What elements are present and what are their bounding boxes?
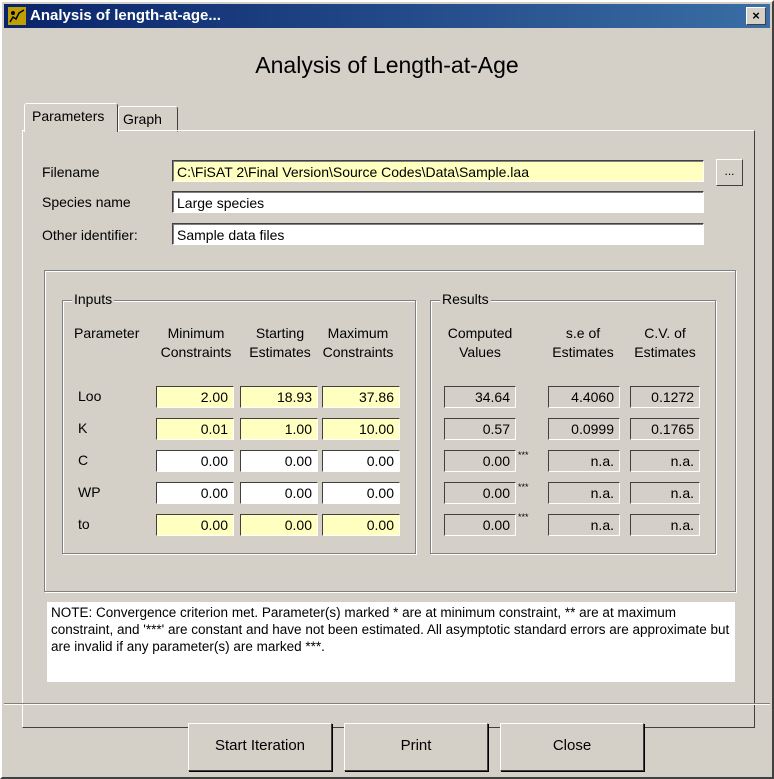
loo-start-field[interactable]: 18.93 [240,386,318,408]
k-max-field[interactable]: 10.00 [322,418,400,440]
close-button[interactable]: Close [500,723,644,771]
to-constant-mark: *** [518,512,529,522]
results-group-title: Results [440,291,491,307]
c-computed-value: 0.00 [444,450,516,472]
loo-min-field[interactable]: 2.00 [156,386,234,408]
close-window-button[interactable]: × [746,7,766,25]
other-identifier-field[interactable]: Sample data files [172,223,704,245]
col-starting-1: Starting [255,325,305,341]
to-start-field[interactable]: 0.00 [240,514,318,536]
loo-computed-value: 34.64 [444,386,516,408]
col-computed-2: Values [459,344,501,360]
col-parameter: Parameter [74,325,140,341]
k-cv-value: 0.1765 [630,418,700,440]
col-se-1: s.e of [565,325,601,341]
param-k-label: K [78,420,88,436]
convergence-note: NOTE: Convergence criterion met. Paramet… [47,602,735,682]
filename-field[interactable]: C:\FiSAT 2\Final Version\Source Codes\Da… [172,160,704,182]
wp-cv-value: n.a. [630,482,700,504]
c-cv-value: n.a. [630,450,700,472]
col-se-2: Estimates [552,344,614,360]
wp-constant-mark: *** [518,482,529,492]
dialog-window: Analysis of length-at-age... × Analysis … [0,0,774,779]
wp-min-field[interactable]: 0.00 [156,482,234,504]
k-se-value: 0.0999 [548,418,620,440]
tab-parameters[interactable]: Parameters [24,103,118,132]
c-min-field[interactable]: 0.00 [156,450,234,472]
print-button[interactable]: Print [344,723,488,771]
tab-graph-label: Graph [123,111,162,127]
col-computed-1: Computed [447,325,513,341]
to-max-field[interactable]: 0.00 [322,514,400,536]
wp-computed-value: 0.00 [444,482,516,504]
param-wp-label: WP [78,484,101,500]
c-se-value: n.a. [548,450,620,472]
species-name-label: Species name [42,194,131,210]
param-to-label: to [78,516,90,532]
param-c-label: C [78,452,89,468]
title-bar[interactable]: Analysis of length-at-age... × [4,4,770,28]
wp-max-field[interactable]: 0.00 [322,482,400,504]
col-maximum-1: Maximum [327,325,389,341]
k-start-field[interactable]: 1.00 [240,418,318,440]
loo-max-field[interactable]: 37.86 [322,386,400,408]
browse-button[interactable]: ... [716,159,743,186]
c-start-field[interactable]: 0.00 [240,450,318,472]
col-starting-2: Estimates [249,344,311,360]
wp-start-field[interactable]: 0.00 [240,482,318,504]
tab-parameters-label: Parameters [32,108,105,124]
species-name-field[interactable]: Large species [172,191,704,213]
to-min-field[interactable]: 0.00 [156,514,234,536]
divider [4,703,770,705]
app-icon [8,7,26,25]
c-constant-mark: *** [518,450,529,460]
wp-se-value: n.a. [548,482,620,504]
start-iteration-button[interactable]: Start Iteration [188,723,332,771]
page-title: Analysis of Length-at-Age [255,52,519,78]
col-maximum-2: Constraints [322,344,394,360]
tab-graph[interactable]: Graph [118,106,178,132]
loo-cv-value: 0.1272 [630,386,700,408]
c-max-field[interactable]: 0.00 [322,450,400,472]
other-identifier-label: Other identifier: [42,227,138,243]
loo-se-value: 4.4060 [548,386,620,408]
window-title: Analysis of length-at-age... [30,7,221,24]
to-cv-value: n.a. [630,514,700,536]
inputs-group-title: Inputs [72,291,115,307]
k-min-field[interactable]: 0.01 [156,418,234,440]
to-computed-value: 0.00 [444,514,516,536]
param-loo-label: Loo [78,388,102,404]
col-cv-1: C.V. of [644,325,686,341]
to-se-value: n.a. [548,514,620,536]
col-cv-2: Estimates [634,344,696,360]
k-computed-value: 0.57 [444,418,516,440]
filename-label: Filename [42,164,100,180]
col-minimum-1: Minimum [167,325,225,341]
col-minimum-2: Constraints [160,344,232,360]
